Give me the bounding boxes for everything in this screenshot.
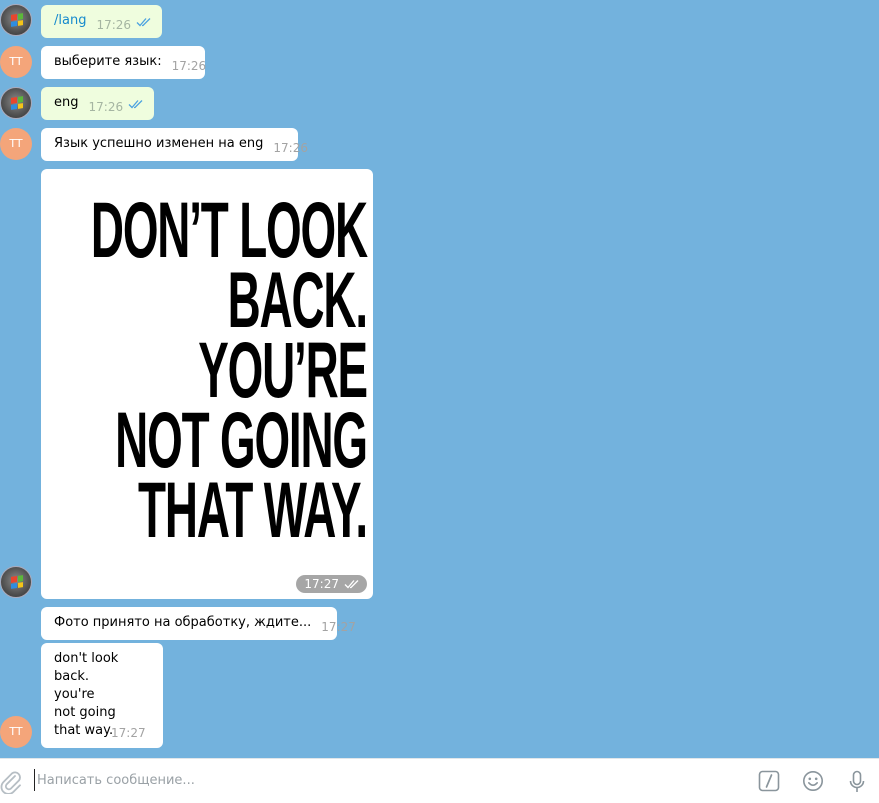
message-bubble-incoming[interactable]: выберите язык: 17:26 [41, 46, 207, 79]
message-time: 17:26 [171, 59, 207, 73]
user-avatar[interactable] [0, 4, 32, 36]
message-composer [0, 758, 879, 803]
message-text-last: that way. [54, 723, 114, 738]
message-input[interactable] [34, 769, 727, 791]
message-text: Язык успешно изменен на eng [54, 136, 264, 151]
windows-flag-icon [11, 96, 23, 110]
bot-command-icon[interactable] [758, 770, 780, 796]
message-bubble-incoming[interactable]: Язык успешно изменен на eng 17:26 [41, 128, 308, 161]
message-time: 17:26 [88, 100, 124, 114]
windows-flag-icon [11, 575, 23, 589]
message-text-line: that way. 17:27 [54, 722, 150, 740]
poster-image[interactable]: DON’T LOOK BACK. YOU’RE NOT GOING THAT W… [41, 190, 368, 554]
read-receipt-icon [128, 98, 144, 113]
message-text-line: you're [54, 687, 95, 702]
message-time: 17:27 [321, 620, 356, 634]
message-time: 17:26 [273, 141, 308, 155]
message-text: Фото принято на обработку, ждите... [54, 615, 312, 630]
user-avatar[interactable] [0, 566, 32, 598]
attach-icon[interactable] [0, 770, 22, 798]
message-bubble-incoming[interactable]: Фото принято на обработку, ждите... 17:27 [41, 607, 356, 640]
bot-avatar[interactable]: TT [0, 128, 32, 160]
windows-flag-icon [11, 13, 23, 27]
message-time: 17:27 [111, 726, 146, 740]
microphone-icon[interactable] [847, 770, 867, 798]
message-text: выберите язык: [54, 54, 162, 69]
message-bubble-incoming[interactable]: don't look back. you're not going that w… [41, 643, 163, 748]
message-bubble-outgoing[interactable]: eng 17:26 [41, 87, 154, 120]
message-text: eng [54, 95, 79, 110]
read-receipt-icon [344, 578, 360, 592]
photo-message[interactable]: DON’T LOOK BACK. YOU’RE NOT GOING THAT W… [41, 169, 373, 599]
bot-avatar[interactable]: TT [0, 46, 32, 78]
bot-command-link[interactable]: /lang [54, 13, 86, 28]
user-avatar[interactable] [0, 87, 32, 119]
message-text-line: not going [54, 705, 116, 720]
message-text-line: don't look [54, 651, 119, 666]
message-text-line: back. [54, 669, 90, 684]
chat-history[interactable]: /lang 17:26 TT выберите язык: 17:26 eng 17:… [0, 0, 879, 758]
photo-time-badge: 17:27 [296, 575, 367, 593]
bot-avatar[interactable]: TT [0, 716, 32, 748]
message-bubble-outgoing[interactable]: /lang 17:26 [41, 5, 162, 38]
poster-line: THAT WAY. [138, 465, 368, 554]
emoji-icon[interactable] [802, 770, 824, 796]
message-time: 17:27 [304, 577, 339, 591]
message-time: 17:26 [96, 18, 132, 32]
read-receipt-icon [136, 16, 152, 31]
